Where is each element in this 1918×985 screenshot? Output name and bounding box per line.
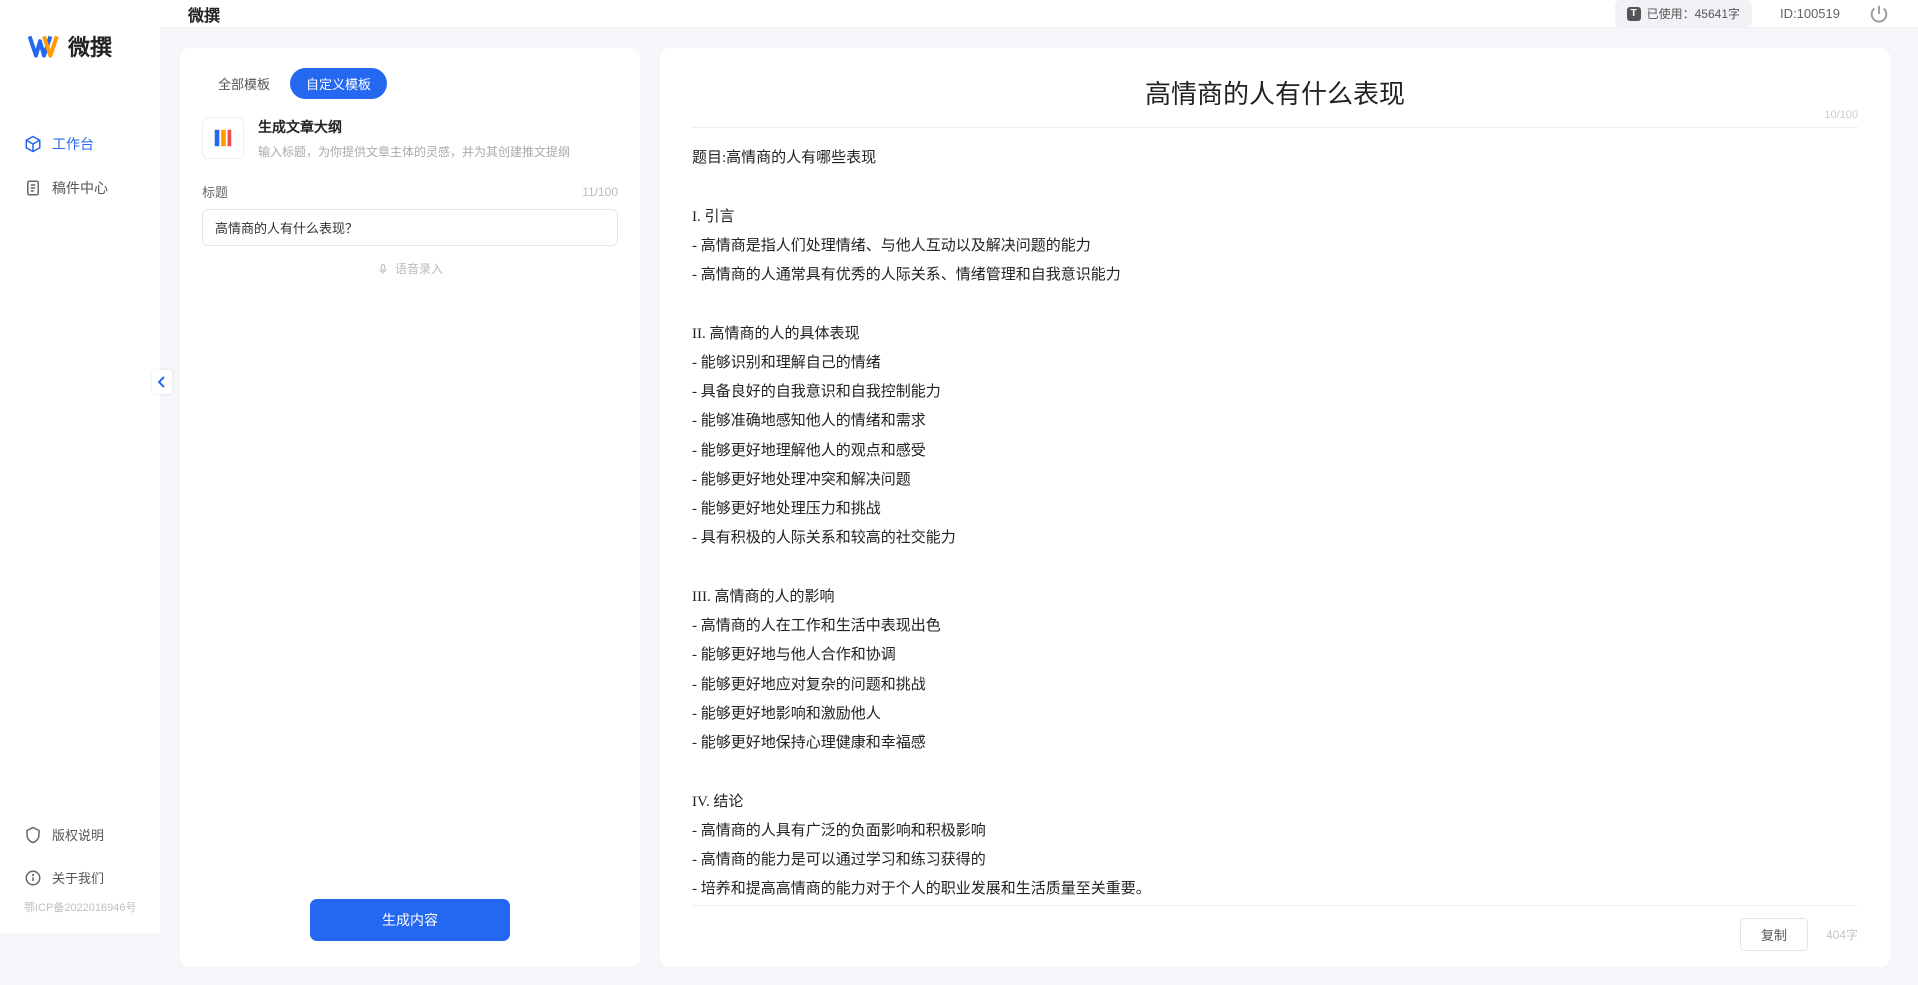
doc-footer: 复制 404字 <box>692 905 1858 951</box>
doc-title-counter: 10/100 <box>1824 109 1858 121</box>
shield-icon <box>24 826 42 844</box>
mic-icon <box>377 262 389 276</box>
user-id: ID:100519 <box>1780 6 1840 21</box>
brand-name: 微撰 <box>68 30 112 62</box>
sidebar: 微撰 工作台 稿件中心 版权说明 <box>0 0 160 933</box>
brand-logo-icon <box>28 30 60 62</box>
template-meta: 生成文章大纲 输入标题，为你提供文章主体的灵感，并为其创建推文提纲 <box>258 117 570 160</box>
word-count: 404字 <box>1826 926 1858 943</box>
main-area: 微撰 T 已使用：45641字 ID:100519 全部模板 自定义模板 <box>160 0 1918 933</box>
voice-input-row[interactable]: 语音录入 <box>202 260 618 277</box>
voice-hint: 语音录入 <box>395 260 443 277</box>
sidebar-item-label: 工作台 <box>52 134 94 154</box>
config-panel: 全部模板 自定义模板 生成文章大纲 输入标题，为你提供文章主体的灵感，并为其创建… <box>180 48 640 967</box>
text-icon: T <box>1627 7 1641 21</box>
sidebar-item-copyright[interactable]: 版权说明 <box>0 813 160 856</box>
sidebar-item-workbench[interactable]: 工作台 <box>0 122 160 166</box>
sidebar-item-about[interactable]: 关于我们 <box>0 856 160 899</box>
doc-title-row: 高情商的人有什么表现 10/100 <box>692 74 1858 128</box>
sidebar-item-label: 版权说明 <box>52 825 104 844</box>
doc-title[interactable]: 高情商的人有什么表现 <box>692 74 1858 111</box>
cube-icon <box>24 135 42 153</box>
page-title: 微撰 <box>188 2 220 26</box>
power-button[interactable] <box>1868 3 1890 25</box>
workspace: 全部模板 自定义模板 生成文章大纲 输入标题，为你提供文章主体的灵感，并为其创建… <box>160 28 1918 985</box>
generate-button[interactable]: 生成内容 <box>310 899 510 941</box>
copy-button[interactable]: 复制 <box>1740 918 1808 951</box>
template-name: 生成文章大纲 <box>258 117 570 137</box>
info-icon <box>24 869 42 887</box>
icp-text: 鄂ICP备2022016946号 <box>0 899 160 923</box>
template-card[interactable]: 生成文章大纲 输入标题，为你提供文章主体的灵感，并为其创建推文提纲 <box>202 117 618 160</box>
sidebar-item-label: 关于我们 <box>52 868 104 887</box>
app-root: 微撰 工作台 稿件中心 版权说明 <box>0 0 1918 933</box>
doc-body[interactable]: 题目:高情商的人有哪些表现 I. 引言 - 高情商是指人们处理情绪、与他人互动以… <box>692 144 1858 905</box>
usage-pill[interactable]: T 已使用：45641字 <box>1615 0 1752 27</box>
sidebar-item-drafts[interactable]: 稿件中心 <box>0 166 160 210</box>
doc-icon <box>24 179 42 197</box>
template-thumb-icon <box>202 117 244 159</box>
chevron-left-icon <box>157 376 167 388</box>
topbar-right: T 已使用：45641字 ID:100519 <box>1615 0 1890 27</box>
sidebar-nav: 工作台 稿件中心 <box>0 102 160 813</box>
topbar: 微撰 T 已使用：45641字 ID:100519 <box>160 0 1918 28</box>
output-panel: 高情商的人有什么表现 10/100 题目:高情商的人有哪些表现 I. 引言 - … <box>660 48 1890 967</box>
sidebar-footer: 版权说明 关于我们 鄂ICP备2022016946号 <box>0 813 160 933</box>
power-icon <box>1868 3 1890 25</box>
title-counter: 11/100 <box>582 185 618 199</box>
usage-text: 已使用：45641字 <box>1647 5 1740 22</box>
title-input[interactable] <box>202 209 618 246</box>
brand-logo[interactable]: 微撰 <box>0 0 160 102</box>
template-desc: 输入标题，为你提供文章主体的灵感，并为其创建推文提纲 <box>258 143 570 160</box>
tab-custom-template[interactable]: 自定义模板 <box>290 68 387 99</box>
template-tabs: 全部模板 自定义模板 <box>202 68 618 99</box>
tab-all-templates[interactable]: 全部模板 <box>202 68 286 99</box>
sidebar-item-label: 稿件中心 <box>52 178 108 198</box>
title-field-header: 标题 11/100 <box>202 182 618 201</box>
sidebar-collapse-handle[interactable] <box>152 370 172 394</box>
title-label: 标题 <box>202 182 228 201</box>
